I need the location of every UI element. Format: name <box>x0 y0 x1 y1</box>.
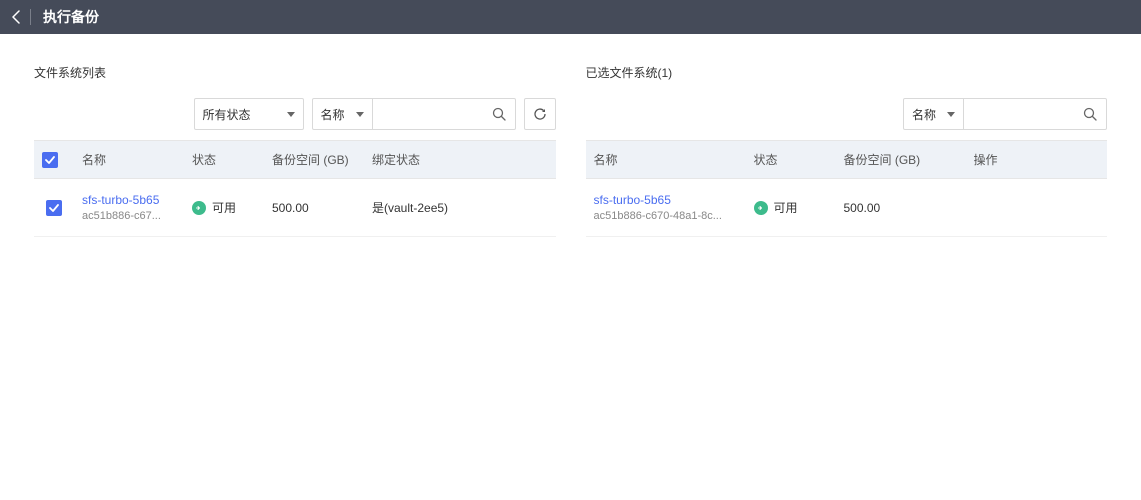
row-space-cell: 500.00 <box>264 179 364 237</box>
col-op-header: 操作 <box>966 141 1108 179</box>
col-name-header: 名称 <box>586 141 746 179</box>
left-search-button[interactable] <box>483 99 515 129</box>
check-icon <box>45 156 55 164</box>
row-name-cell: sfs-turbo-5b65 ac51b886-c67... <box>74 179 184 237</box>
left-panel-title: 文件系统列表 <box>34 62 556 82</box>
select-all-header <box>34 141 74 179</box>
table-row: sfs-turbo-5b65 ac51b886-c67... 可用 500.00… <box>34 179 556 237</box>
row-status-cell: 可用 <box>184 179 264 237</box>
file-system-id: ac51b886-c670-48a1-8c... <box>594 210 738 222</box>
chevron-down-icon <box>356 112 364 117</box>
refresh-icon <box>533 107 547 121</box>
right-table-header-row: 名称 状态 备份空间 (GB) 操作 <box>586 141 1108 179</box>
search-icon <box>1083 107 1097 121</box>
table-row: sfs-turbo-5b65 ac51b886-c670-48a1-8c... … <box>586 179 1108 237</box>
right-toolbar: 名称 <box>586 98 1108 130</box>
status-available-icon <box>754 201 768 215</box>
col-name-header: 名称 <box>74 141 184 179</box>
check-icon <box>49 204 59 212</box>
row-space-cell: 500.00 <box>836 179 966 237</box>
status-text: 可用 <box>212 199 236 216</box>
refresh-button[interactable] <box>524 98 556 130</box>
status-text: 可用 <box>774 199 798 216</box>
row-bind-cell: 是(vault-2ee5) <box>364 179 556 237</box>
row-name-cell: sfs-turbo-5b65 ac51b886-c670-48a1-8c... <box>586 179 746 237</box>
status-filter-label: 所有状态 <box>203 106 251 123</box>
right-search-input[interactable] <box>964 99 1074 129</box>
file-system-link[interactable]: sfs-turbo-5b65 <box>594 193 738 207</box>
left-search-combo: 名称 <box>312 98 516 130</box>
col-space-header: 备份空间 (GB) <box>836 141 966 179</box>
col-bind-header: 绑定状态 <box>364 141 556 179</box>
left-table: 名称 状态 备份空间 (GB) 绑定状态 sfs-turbo-5b65 ac51 <box>34 140 556 237</box>
page-header: 执行备份 <box>0 0 1141 34</box>
left-search-type-label: 名称 <box>321 106 345 123</box>
file-system-id: ac51b886-c67... <box>82 210 176 222</box>
selected-file-system-panel: 已选文件系统(1) 名称 名称 状态 <box>586 62 1108 237</box>
status-available-icon <box>192 201 206 215</box>
row-op-cell <box>966 179 1108 237</box>
left-table-header-row: 名称 状态 备份空间 (GB) 绑定状态 <box>34 141 556 179</box>
back-icon[interactable] <box>12 10 20 24</box>
file-system-link[interactable]: sfs-turbo-5b65 <box>82 193 176 207</box>
right-panel-title: 已选文件系统(1) <box>586 62 1108 82</box>
file-system-list-panel: 文件系统列表 所有状态 名称 <box>34 62 556 237</box>
left-toolbar: 所有状态 名称 <box>34 98 556 130</box>
chevron-down-icon <box>287 112 295 117</box>
row-status-cell: 可用 <box>746 179 836 237</box>
select-all-checkbox[interactable] <box>42 152 58 168</box>
row-checkbox-cell <box>34 179 74 237</box>
col-status-header: 状态 <box>184 141 264 179</box>
right-search-type-select[interactable]: 名称 <box>904 99 964 129</box>
main-content: 文件系统列表 所有状态 名称 <box>0 34 1141 265</box>
page-title: 执行备份 <box>43 7 99 27</box>
left-search-type-select[interactable]: 名称 <box>313 99 373 129</box>
search-icon <box>492 107 506 121</box>
header-divider <box>30 9 31 25</box>
right-table: 名称 状态 备份空间 (GB) 操作 sfs-turbo-5b65 ac51b8… <box>586 140 1108 237</box>
status-filter-select[interactable]: 所有状态 <box>194 98 304 130</box>
chevron-down-icon <box>947 112 955 117</box>
right-search-combo: 名称 <box>903 98 1107 130</box>
row-checkbox[interactable] <box>46 200 62 216</box>
col-status-header: 状态 <box>746 141 836 179</box>
right-search-button[interactable] <box>1074 99 1106 129</box>
left-search-input[interactable] <box>373 99 483 129</box>
col-space-header: 备份空间 (GB) <box>264 141 364 179</box>
right-search-type-label: 名称 <box>912 106 936 123</box>
